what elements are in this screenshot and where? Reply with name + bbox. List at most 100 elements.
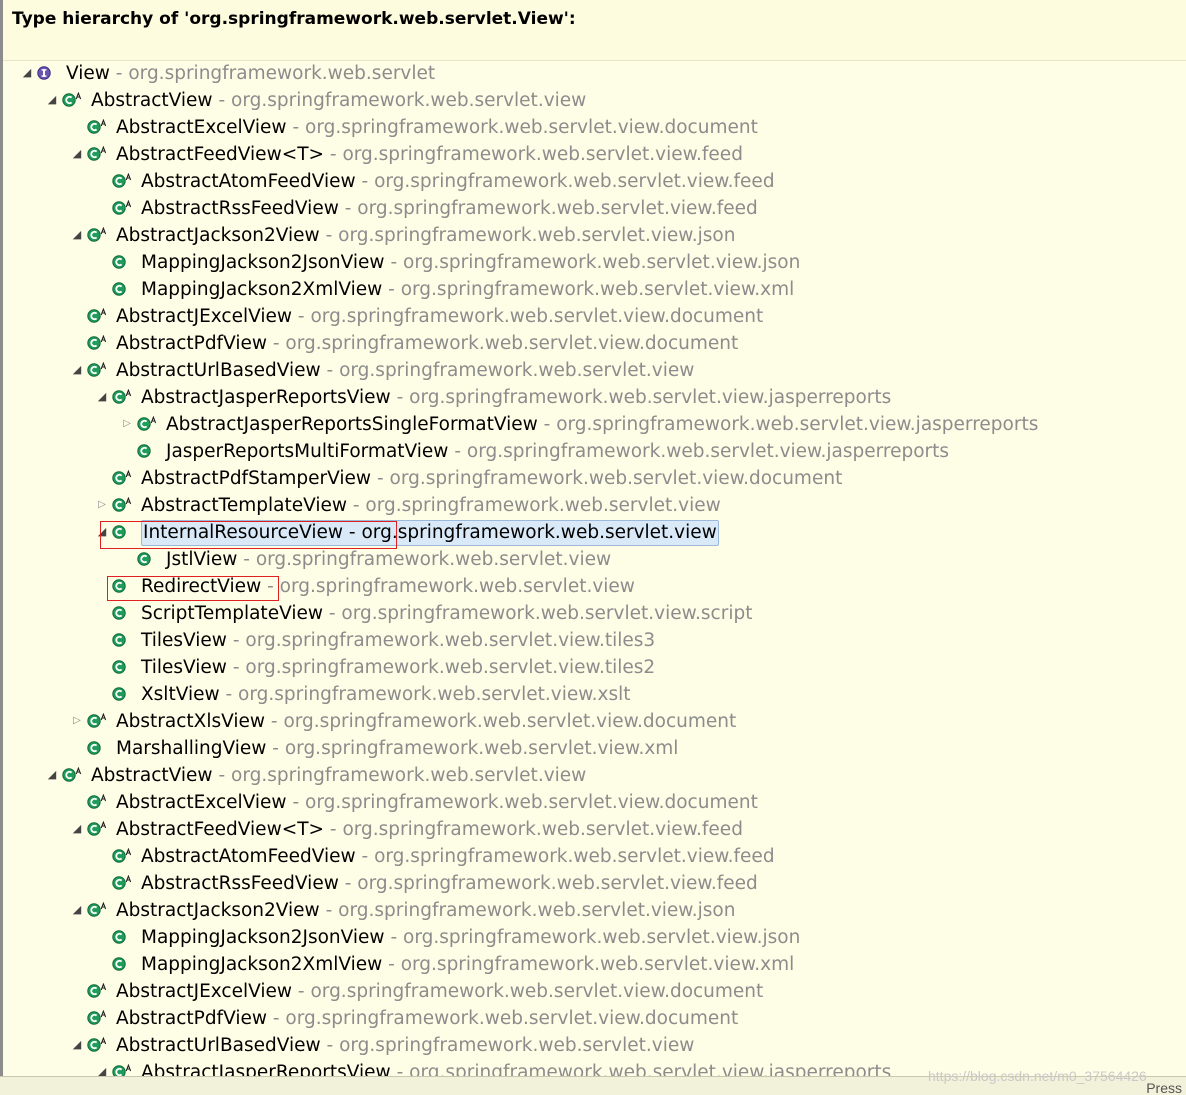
tree-node[interactable]: JstlView - org.springframework.web.servl… <box>0 547 1186 574</box>
tree-node-label[interactable]: View - org.springframework.web.servlet <box>66 62 435 86</box>
tree-node-label[interactable]: RedirectView - org.springframework.web.s… <box>141 575 635 599</box>
tree-node-label[interactable]: MappingJackson2JsonView - org.springfram… <box>141 926 800 950</box>
tree-node[interactable]: TilesView - org.springframework.web.serv… <box>0 628 1186 655</box>
tree-node-label[interactable]: AbstractTemplateView - org.springframewo… <box>141 494 721 518</box>
package-name: org.springframework.web.servlet.view.fee… <box>357 198 758 219</box>
tree-node-label[interactable]: JstlView - org.springframework.web.servl… <box>166 548 611 572</box>
tree-node[interactable]: MappingJackson2XmlView - org.springframe… <box>0 952 1186 979</box>
collapse-arrow-icon[interactable]: ◢ <box>46 768 58 782</box>
tree-node[interactable]: ▷ AbstractTemplateView - org.springframew… <box>0 493 1186 520</box>
tree-node[interactable]: MappingJackson2JsonView - org.springfram… <box>0 925 1186 952</box>
expand-arrow-icon[interactable]: ▷ <box>96 498 108 512</box>
package-name: org.springframework.web.servlet.view.jso… <box>403 927 801 948</box>
tree-node-label[interactable]: AbstractView - org.springframework.web.s… <box>91 89 586 113</box>
tree-node[interactable]: ◢ AbstractView - org.springframework.web.… <box>0 763 1186 790</box>
tree-node-label[interactable]: AbstractJExcelView - org.springframework… <box>116 305 763 329</box>
tree-node[interactable]: TilesView - org.springframework.web.serv… <box>0 655 1186 682</box>
tree-node-label[interactable]: ScriptTemplateView - org.springframework… <box>141 602 752 626</box>
tree-node-label[interactable]: AbstractXlsView - org.springframework.we… <box>116 710 736 734</box>
tree-node[interactable]: XsltView - org.springframework.web.servl… <box>0 682 1186 709</box>
expand-arrow-icon[interactable]: ▷ <box>71 714 83 728</box>
tree-node[interactable]: AbstractPdfView - org.springframework.we… <box>0 1006 1186 1033</box>
tree-node[interactable]: AbstractAtomFeedView - org.springframewo… <box>0 169 1186 196</box>
separator: - <box>537 414 557 435</box>
tree-node[interactable]: ◢ AbstractJackson2View - org.springframew… <box>0 223 1186 250</box>
tree-node-label[interactable]: AbstractView - org.springframework.web.s… <box>91 764 586 788</box>
tree-node-label[interactable]: AbstractPdfView - org.springframework.we… <box>116 1007 738 1031</box>
tree-node-label[interactable]: XsltView - org.springframework.web.servl… <box>141 683 631 707</box>
tree-node[interactable]: AbstractJExcelView - org.springframework… <box>0 304 1186 331</box>
tree-node[interactable]: MarshallingView - org.springframework.we… <box>0 736 1186 763</box>
expand-arrow-icon[interactable]: ▷ <box>121 417 133 431</box>
collapse-arrow-icon[interactable]: ◢ <box>71 903 83 917</box>
collapse-arrow-icon[interactable]: ◢ <box>96 1065 108 1076</box>
tree-node[interactable]: AbstractPdfStamperView - org.springframe… <box>0 466 1186 493</box>
package-name: org.springframework.web.servlet.view <box>339 1035 695 1056</box>
tree-node[interactable]: ◢ AbstractJackson2View - org.springframew… <box>0 898 1186 925</box>
tree-node-label[interactable]: AbstractJackson2View - org.springframewo… <box>116 224 735 248</box>
collapse-arrow-icon[interactable]: ◢ <box>96 390 108 404</box>
tree-node[interactable]: ◢ AbstractFeedView<T> - org.springframewo… <box>0 817 1186 844</box>
tree-node-label[interactable]: MappingJackson2XmlView - org.springframe… <box>141 278 794 302</box>
tree-node-label[interactable]: MappingJackson2JsonView - org.springfram… <box>141 251 800 275</box>
tree-node[interactable]: MappingJackson2JsonView - org.springfram… <box>0 250 1186 277</box>
tree-node[interactable]: AbstractRssFeedView - org.springframewor… <box>0 871 1186 898</box>
tree-node[interactable]: RedirectView - org.springframework.web.s… <box>0 574 1186 601</box>
tree-node[interactable]: AbstractExcelView - org.springframework.… <box>0 115 1186 142</box>
tree-node-label[interactable]: AbstractUrlBasedView - org.springframewo… <box>116 1034 694 1058</box>
tree-node-label[interactable]: InternalResourceView - org.springframewo… <box>141 520 719 546</box>
tree-node[interactable]: AbstractAtomFeedView - org.springframewo… <box>0 844 1186 871</box>
tree-node-label[interactable]: TilesView - org.springframework.web.serv… <box>141 629 655 653</box>
tree-node[interactable]: AbstractExcelView - org.springframework.… <box>0 790 1186 817</box>
tree-node-label[interactable]: AbstractAtomFeedView - org.springframewo… <box>141 170 775 194</box>
tree-node-label[interactable]: MappingJackson2XmlView - org.springframe… <box>141 953 794 977</box>
tree-node[interactable]: AbstractPdfView - org.springframework.we… <box>0 331 1186 358</box>
tree-node-label[interactable]: AbstractPdfView - org.springframework.we… <box>116 332 738 356</box>
tree-node[interactable]: MappingJackson2XmlView - org.springframe… <box>0 277 1186 304</box>
tree-node-label[interactable]: AbstractJackson2View - org.springframewo… <box>116 899 735 923</box>
tree-node-label[interactable]: AbstractRssFeedView - org.springframewor… <box>141 872 758 896</box>
tree-node-label[interactable]: JasperReportsMultiFormatView - org.sprin… <box>166 440 949 464</box>
tree-node[interactable]: ◢ AbstractUrlBasedView - org.springframew… <box>0 1033 1186 1060</box>
collapse-arrow-icon[interactable]: ◢ <box>71 363 83 377</box>
package-name: org.springframework.web.servlet.view.scr… <box>341 603 753 624</box>
collapse-arrow-icon[interactable]: ◢ <box>71 228 83 242</box>
tree-node-label[interactable]: AbstractJasperReportsView - org.springfr… <box>141 1061 891 1076</box>
tree-node[interactable]: ScriptTemplateView - org.springframework… <box>0 601 1186 628</box>
tree-node[interactable]: ◢ View - org.springframework.web.servlet <box>0 61 1186 88</box>
tree-node-label[interactable]: AbstractPdfStamperView - org.springframe… <box>141 467 842 491</box>
tree-node[interactable]: JasperReportsMultiFormatView - org.sprin… <box>0 439 1186 466</box>
tree-node-label[interactable]: TilesView - org.springframework.web.serv… <box>141 656 655 680</box>
tree-node-label[interactable]: AbstractAtomFeedView - org.springframewo… <box>141 845 775 869</box>
tree-node-label[interactable]: AbstractExcelView - org.springframework.… <box>116 791 758 815</box>
type-name: InternalResourceView <box>143 522 344 543</box>
tree-node[interactable]: ◢ AbstractFeedView<T> - org.springframewo… <box>0 142 1186 169</box>
tree-node-label[interactable]: AbstractJasperReportsView - org.springfr… <box>141 386 891 410</box>
collapse-arrow-icon[interactable]: ◢ <box>46 93 58 107</box>
tree-node[interactable]: ◢ AbstractJasperReportsView - org.springf… <box>0 385 1186 412</box>
tree-node-label[interactable]: AbstractJExcelView - org.springframework… <box>116 980 763 1004</box>
tree-node-label[interactable]: AbstractRssFeedView - org.springframewor… <box>141 197 758 221</box>
tree-node[interactable]: ◢ AbstractView - org.springframework.web.… <box>0 88 1186 115</box>
tree-node[interactable]: ▷ AbstractXlsView - org.springframework.w… <box>0 709 1186 736</box>
package-name: org.springframework.web.servlet.view <box>339 360 695 381</box>
tree-node-label[interactable]: MarshallingView - org.springframework.we… <box>116 737 678 761</box>
collapse-arrow-icon[interactable]: ◢ <box>96 525 108 539</box>
tree-node[interactable]: ▷ AbstractJasperReportsSingleFormatView -… <box>0 412 1186 439</box>
collapse-arrow-icon[interactable]: ◢ <box>71 1038 83 1052</box>
tree-node-label[interactable]: AbstractFeedView<T> - org.springframewor… <box>116 143 743 167</box>
tree-node-selected[interactable]: ◢ InternalResourceView - org.springframew… <box>0 520 1186 547</box>
tree-node[interactable]: AbstractJExcelView - org.springframework… <box>0 979 1186 1006</box>
tree-node-label[interactable]: AbstractUrlBasedView - org.springframewo… <box>116 359 694 383</box>
tree-node-label[interactable]: AbstractFeedView<T> - org.springframewor… <box>116 818 743 842</box>
type-hierarchy-tree[interactable]: ◢ View - org.springframework.web.servlet ◢… <box>0 61 1186 1076</box>
collapse-arrow-icon[interactable]: ◢ <box>21 66 33 80</box>
collapse-arrow-icon[interactable]: ◢ <box>71 147 83 161</box>
tree-node[interactable]: AbstractRssFeedView - org.springframewor… <box>0 196 1186 223</box>
tree-node-label[interactable]: AbstractExcelView - org.springframework.… <box>116 116 758 140</box>
collapse-arrow-icon[interactable]: ◢ <box>71 822 83 836</box>
tree-node[interactable]: ◢ AbstractUrlBasedView - org.springframew… <box>0 358 1186 385</box>
separator: - <box>338 873 358 894</box>
type-name: AbstractPdfStamperView <box>141 468 372 489</box>
tree-node-label[interactable]: AbstractJasperReportsSingleFormatView - … <box>166 413 1038 437</box>
